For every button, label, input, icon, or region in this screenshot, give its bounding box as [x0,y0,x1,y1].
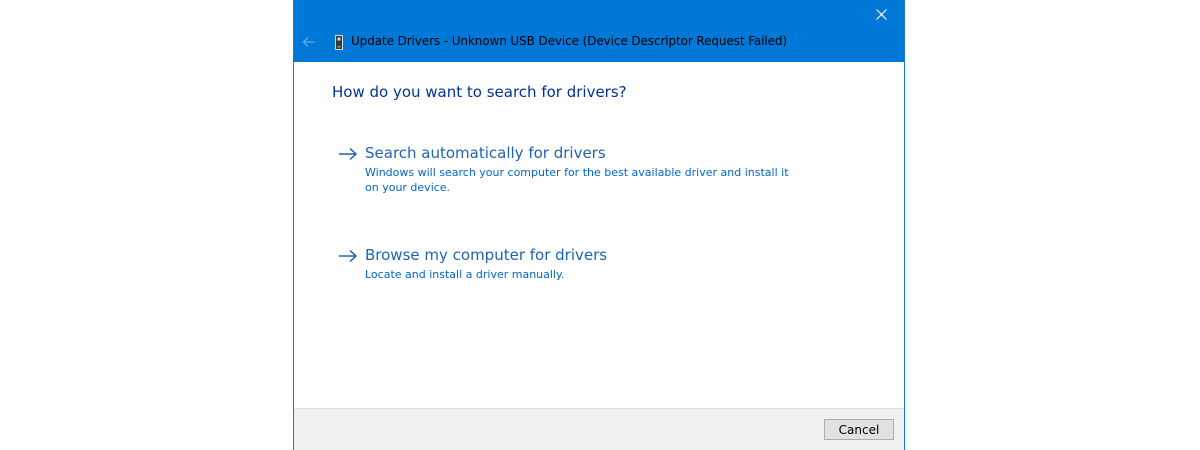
back-button[interactable] [298,32,320,52]
close-icon [875,8,887,20]
option-title: Browse my computer for drivers [365,246,608,264]
window-title: Update Drivers - Unknown USB Device (Dev… [351,34,787,48]
option-description: Windows will search your computer for th… [365,166,789,194]
back-arrow-icon [302,37,315,47]
arrow-right-icon [339,249,358,263]
page-heading: How do you want to search for drivers? [332,83,627,101]
title-bar: Update Drivers - Unknown USB Device (Dev… [294,0,904,62]
option-description: Locate and install a driver manually. [365,268,565,281]
dialog-content: How do you want to search for drivers? S… [294,62,904,408]
cancel-button[interactable]: Cancel [824,419,894,440]
close-button[interactable] [858,0,904,28]
usb-device-icon [335,35,343,50]
dialog-footer: Cancel [294,408,904,450]
option-title: Search automatically for drivers [365,144,606,162]
arrow-right-icon [339,147,358,161]
update-drivers-dialog: Update Drivers - Unknown USB Device (Dev… [293,0,905,450]
